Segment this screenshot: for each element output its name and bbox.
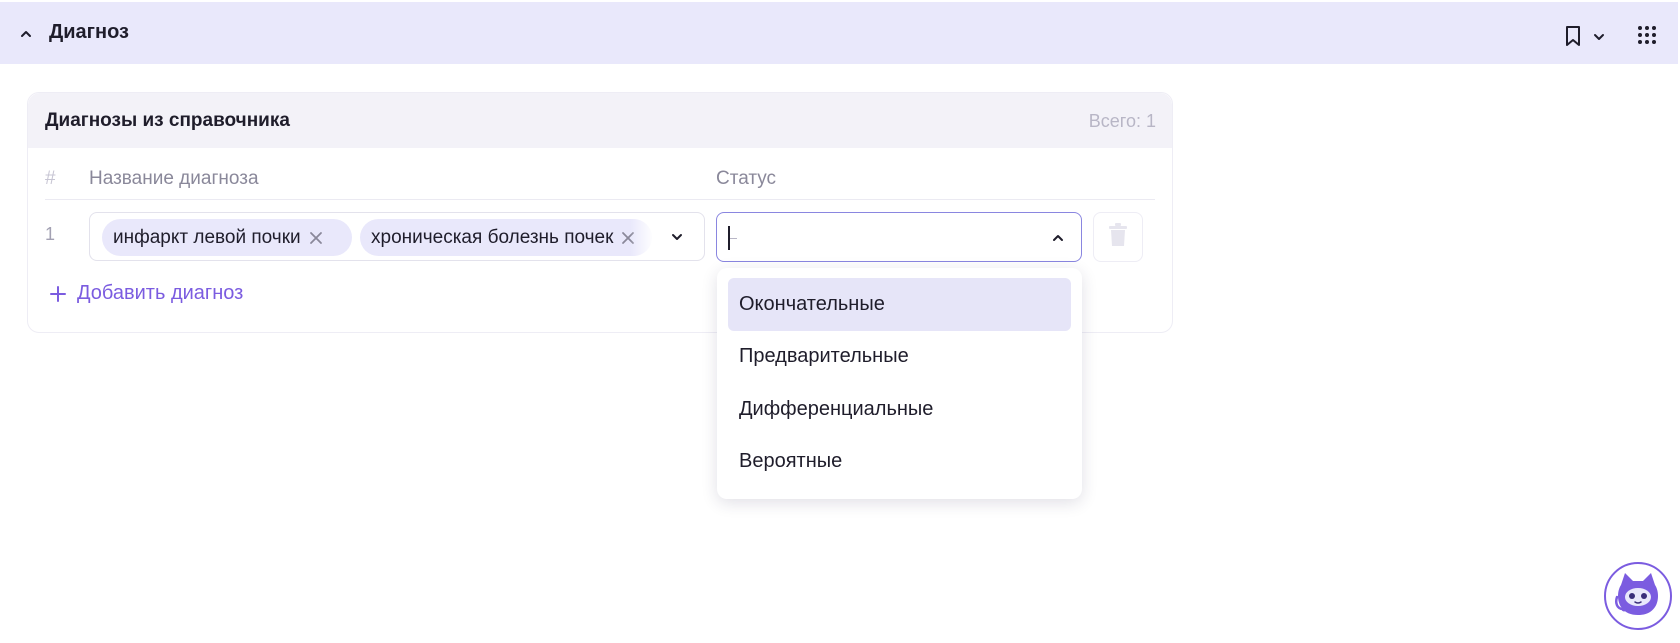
tag-label: хроническая болезнь почек xyxy=(371,226,614,248)
chevron-up-icon[interactable] xyxy=(16,24,36,44)
bookmark-icon[interactable] xyxy=(1563,25,1583,47)
option-label: Предварительные xyxy=(739,345,909,367)
chevron-up-icon[interactable] xyxy=(1048,228,1068,248)
status-option-preliminary[interactable]: Предварительные xyxy=(728,330,1071,383)
status-select[interactable] xyxy=(716,212,1082,262)
diagnosis-tag: инфаркт левой почки xyxy=(102,219,352,256)
tag-label: инфаркт левой почки xyxy=(113,226,301,248)
placeholder-dash xyxy=(730,238,737,239)
card-title: Диагнозы из справочника xyxy=(45,110,290,131)
row-number: 1 xyxy=(45,224,56,244)
diagnosis-tag: хроническая болезнь почек xyxy=(360,219,652,256)
total-count: Всего: 1 xyxy=(1088,111,1156,131)
chevron-down-icon[interactable] xyxy=(667,227,687,247)
section-header[interactable]: Диагноз xyxy=(0,2,1678,64)
status-option-final[interactable]: Окончательные xyxy=(728,278,1071,331)
close-icon[interactable] xyxy=(308,230,324,246)
status-option-probable[interactable]: Вероятные xyxy=(728,435,1071,488)
assistant-bot-button[interactable] xyxy=(1604,562,1672,630)
trash-icon xyxy=(1107,222,1129,253)
status-dropdown-menu: Окончательные Предварительные Дифференци… xyxy=(717,268,1082,499)
header-divider xyxy=(45,199,1155,200)
option-label: Вероятные xyxy=(739,450,843,472)
cat-mascot-icon xyxy=(1611,567,1665,626)
option-label: Окончательные xyxy=(739,293,885,315)
add-diagnosis-button[interactable]: Добавить диагноз xyxy=(49,282,243,305)
add-diagnosis-label: Добавить диагноз xyxy=(77,282,244,304)
plus-icon xyxy=(49,285,67,303)
column-header-name: Название диагноза xyxy=(89,168,259,189)
status-option-differential[interactable]: Дифференциальные xyxy=(728,383,1071,436)
apps-grid-icon[interactable] xyxy=(1636,24,1658,46)
chevron-down-icon[interactable] xyxy=(1589,27,1609,47)
diagnosis-multiselect[interactable]: инфаркт левой почки хроническая болезнь … xyxy=(89,212,705,261)
column-header-status: Статус xyxy=(716,168,777,189)
delete-row-button[interactable] xyxy=(1093,212,1143,262)
section-title: Диагноз xyxy=(49,21,129,43)
option-label: Дифференциальные xyxy=(739,398,934,420)
column-header-number: # xyxy=(45,168,56,189)
overflow-fade xyxy=(630,219,654,256)
card-header: Диагнозы из справочника Всего: 1 xyxy=(28,93,1172,148)
